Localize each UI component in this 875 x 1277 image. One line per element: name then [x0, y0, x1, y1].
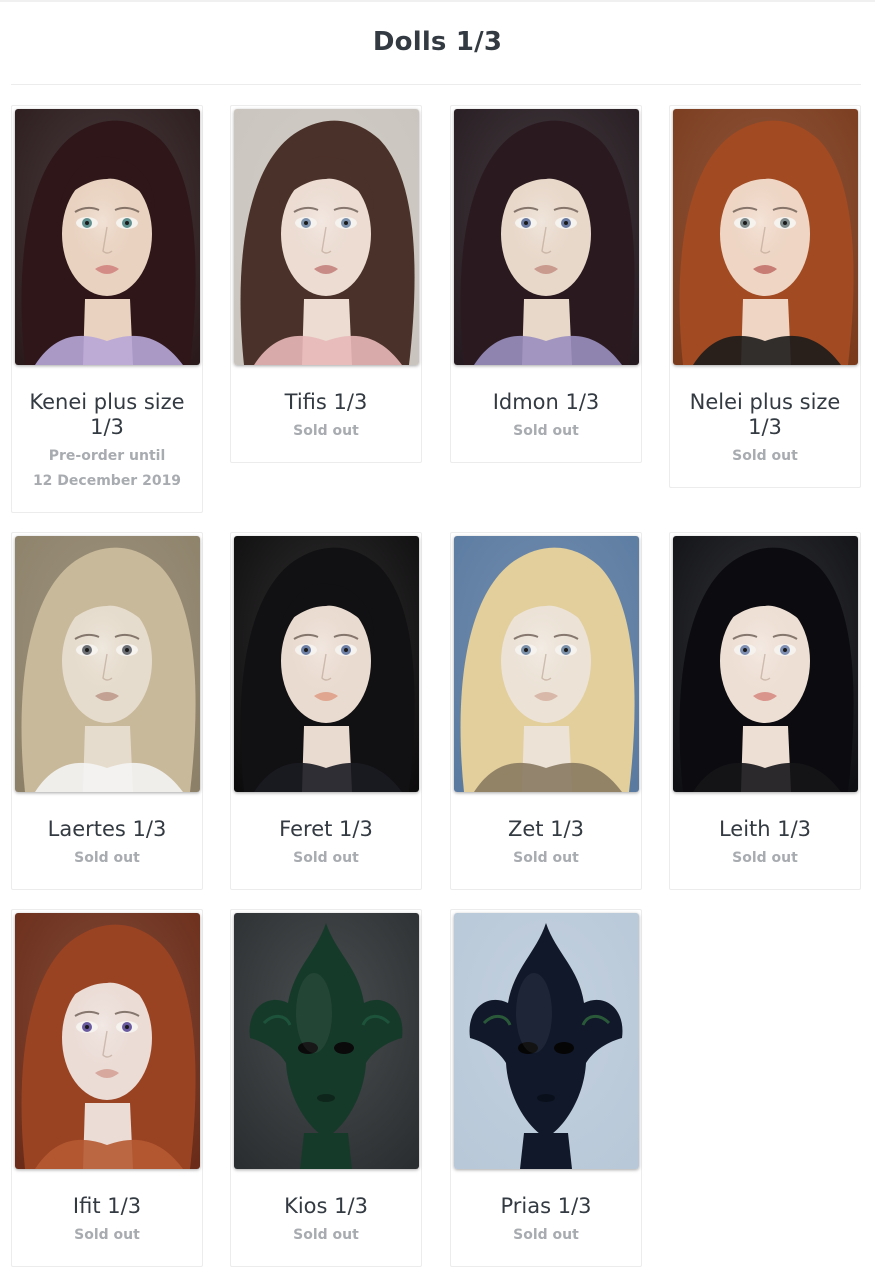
product-card[interactable]: Kenei plus size 1/3 Pre-order until 12 Dec… — [11, 105, 203, 513]
product-card[interactable]: Leith 1/3 Sold out — [669, 532, 861, 890]
top-border — [0, 0, 875, 2]
product-card[interactable]: Feret 1/3 Sold out — [230, 532, 422, 890]
product-status: Sold out — [513, 850, 579, 866]
product-card[interactable]: Kios 1/3 Sold out — [230, 909, 422, 1267]
product-card[interactable]: Tifis 1/3 Sold out — [230, 105, 422, 463]
product-name[interactable]: Feret 1/3 — [235, 817, 417, 842]
product-status: Sold out — [513, 1227, 579, 1243]
product-status: Sold out — [513, 423, 579, 439]
product-name[interactable]: Leith 1/3 — [674, 817, 856, 842]
product-status: Sold out — [293, 423, 359, 439]
product-image[interactable] — [454, 109, 639, 365]
product-image[interactable] — [234, 913, 419, 1169]
product-name[interactable]: Ifit 1/3 — [16, 1194, 198, 1219]
product-status: Sold out — [74, 1227, 140, 1243]
preorder-date: 12 December 2019 — [32, 473, 182, 489]
product-name[interactable]: Zet 1/3 — [455, 817, 637, 842]
product-name[interactable]: Tifis 1/3 — [235, 390, 417, 415]
product-name[interactable]: Laertes 1/3 — [16, 817, 198, 842]
product-card[interactable]: Prias 1/3 Sold out — [450, 909, 642, 1267]
page-title: Dolls 1/3 — [372, 27, 503, 57]
product-image[interactable] — [15, 109, 200, 365]
product-status: Sold out — [293, 1227, 359, 1243]
product-image[interactable] — [234, 109, 419, 365]
product-status: Sold out — [74, 850, 140, 866]
product-status: Sold out — [732, 448, 798, 464]
product-image[interactable] — [15, 536, 200, 792]
product-card[interactable]: Nelei plus size 1/3 Sold out — [669, 105, 861, 488]
product-name[interactable]: Nelei plus size 1/3 — [674, 390, 856, 440]
product-card[interactable]: Ifit 1/3 Sold out — [11, 909, 203, 1267]
product-image[interactable] — [454, 913, 639, 1169]
product-status: Pre-order until — [48, 448, 166, 464]
product-image[interactable] — [673, 109, 858, 365]
product-card[interactable]: Laertes 1/3 Sold out — [11, 532, 203, 890]
product-image[interactable] — [15, 913, 200, 1169]
product-card[interactable]: Zet 1/3 Sold out — [450, 532, 642, 890]
product-name[interactable]: Idmon 1/3 — [455, 390, 637, 415]
product-image[interactable] — [234, 536, 419, 792]
product-name[interactable]: Prias 1/3 — [455, 1194, 637, 1219]
product-name[interactable]: Kios 1/3 — [235, 1194, 417, 1219]
title-divider — [11, 84, 861, 85]
product-image[interactable] — [673, 536, 858, 792]
product-status: Sold out — [732, 850, 798, 866]
product-card[interactable]: Idmon 1/3 Sold out — [450, 105, 642, 463]
product-status: Sold out — [293, 850, 359, 866]
product-image[interactable] — [454, 536, 639, 792]
product-name[interactable]: Kenei plus size 1/3 — [16, 390, 198, 440]
